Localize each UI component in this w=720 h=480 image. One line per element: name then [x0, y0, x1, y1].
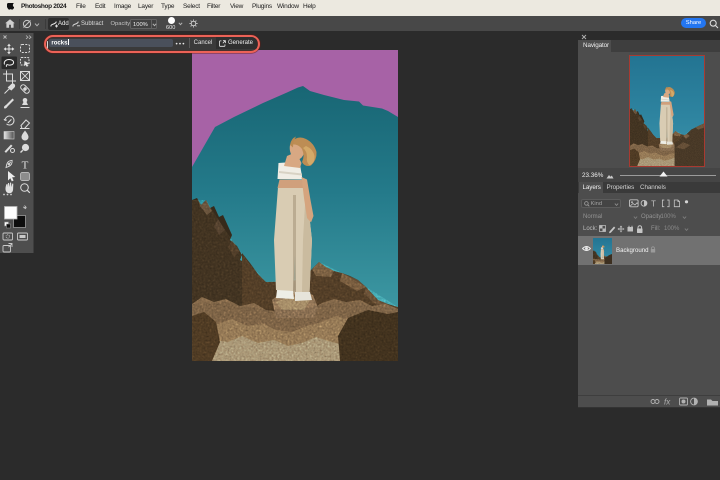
svg-text:T: T: [22, 160, 29, 172]
svg-text:fx: fx: [664, 397, 671, 406]
svg-text:T: T: [651, 199, 656, 208]
